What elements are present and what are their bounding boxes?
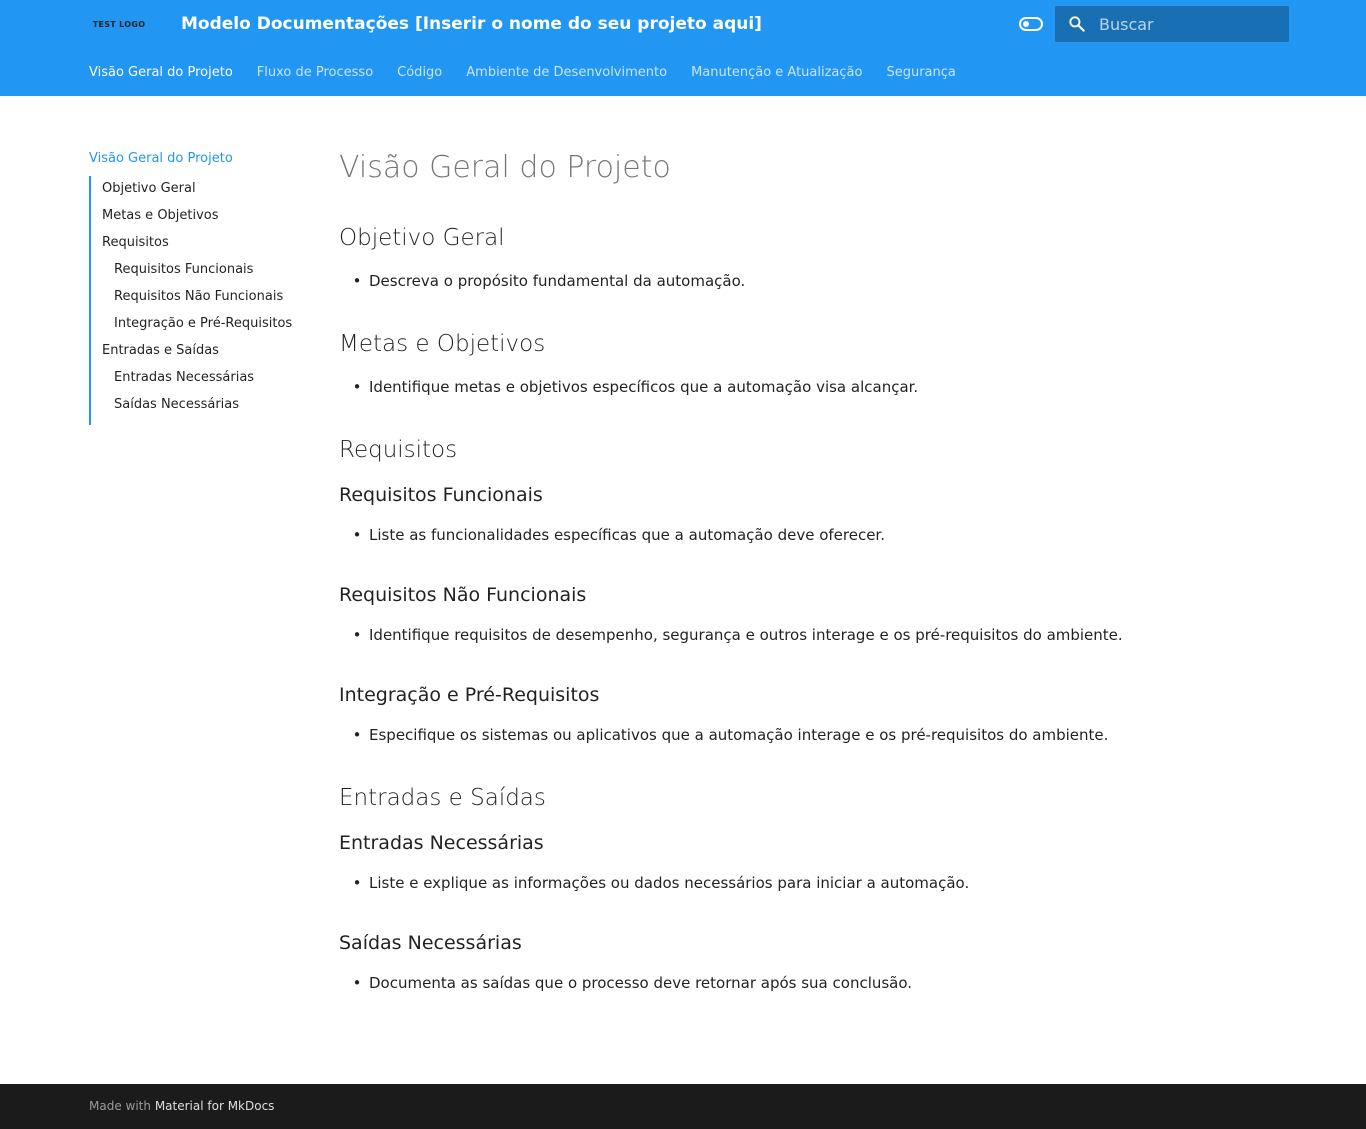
heading-requisitos: Requisitos — [339, 437, 458, 463]
bullet-icon: • — [352, 874, 362, 892]
bullet-icon: • — [352, 526, 362, 544]
site-title: Modelo Documentações [Inserir o nome do … — [181, 14, 762, 34]
list-item-text: Liste as funcionalidades específicas que… — [369, 526, 885, 544]
toc-item-integracao[interactable]: Integração e Pré-Requisitos — [102, 311, 309, 338]
main-content: Visão Geral do Projeto Objetivo Geral • … — [339, 148, 1189, 1030]
nav-tabs: Visão Geral do Projeto Fluxo de Processo… — [89, 62, 980, 84]
tab-fluxo-processo[interactable]: Fluxo de Processo — [257, 62, 373, 84]
list-item: • Identifique metas e objetivos específi… — [339, 376, 1189, 398]
bullet-icon: • — [352, 726, 362, 744]
list-item: • Identifique requisitos de desempenho, … — [339, 624, 1189, 646]
bullet-icon: • — [352, 974, 362, 992]
tab-ambiente[interactable]: Ambiente de Desenvolvimento — [466, 62, 667, 84]
search-box[interactable] — [1055, 6, 1289, 42]
bullet-icon: • — [352, 626, 362, 644]
toc-item-metas[interactable]: Metas e Objetivos — [102, 203, 309, 230]
heading-metas: Metas e Objetivos — [339, 331, 546, 357]
toc-item-objetivo-geral[interactable]: Objetivo Geral — [102, 176, 309, 203]
heading-req-funcionais: Requisitos Funcionais — [339, 484, 543, 506]
tab-codigo[interactable]: Código — [397, 62, 442, 84]
list-item: • Descreva o propósito fundamental da au… — [339, 270, 1189, 292]
search-input[interactable] — [1099, 6, 1285, 42]
tab-manutencao[interactable]: Manutenção e Atualização — [691, 62, 862, 84]
list-item: • Documenta as saídas que o processo dev… — [339, 972, 1189, 994]
bullet-icon: • — [352, 272, 362, 290]
list-item: • Liste e explique as informações ou dad… — [339, 872, 1189, 894]
list-item-text: Descreva o propósito fundamental da auto… — [369, 272, 746, 290]
page-title: Visão Geral do Projeto — [339, 150, 671, 185]
heading-req-nao-funcionais: Requisitos Não Funcionais — [339, 584, 587, 606]
bullet-icon: • — [352, 378, 362, 396]
heading-entradas-saidas: Entradas e Saídas — [339, 785, 546, 811]
toc-item-req-funcionais[interactable]: Requisitos Funcionais — [102, 257, 309, 284]
search-icon — [1069, 16, 1085, 32]
toc-item-req-nao-funcionais[interactable]: Requisitos Não Funcionais — [102, 284, 309, 311]
list-item-text: Especifique os sistemas ou aplicativos q… — [369, 726, 1109, 744]
heading-entradas: Entradas Necessárias — [339, 832, 544, 854]
list-item-text: Identifique metas e objetivos específico… — [369, 378, 919, 396]
list-item: • Liste as funcionalidades específicas q… — [339, 524, 1189, 546]
site-footer: Made with Material for MkDocs — [0, 1084, 1366, 1129]
logo[interactable]: TEST LOGO — [89, 13, 149, 35]
heading-objetivo-geral: Objetivo Geral — [339, 225, 505, 251]
list-item: • Especifique os sistemas ou aplicativos… — [339, 724, 1189, 746]
toc-title[interactable]: Visão Geral do Projeto — [89, 148, 309, 170]
heading-integracao: Integração e Pré-Requisitos — [339, 684, 600, 706]
toc-list: Objetivo Geral Metas e Objetivos Requisi… — [89, 176, 309, 425]
tab-visao-geral[interactable]: Visão Geral do Projeto — [89, 62, 233, 84]
heading-saidas: Saídas Necessárias — [339, 932, 522, 954]
toggle-icon[interactable] — [1019, 17, 1043, 31]
toc-item-entradas[interactable]: Entradas Necessárias — [102, 365, 309, 392]
footer-material-link[interactable]: Material for MkDocs — [155, 1099, 275, 1113]
toggle-knob — [1023, 21, 1029, 27]
footer-credit: Made with Material for MkDocs — [89, 1098, 274, 1114]
footer-made-with: Made with — [89, 1099, 151, 1113]
list-item-text: Liste e explique as informações ou dados… — [369, 874, 970, 892]
toc-item-saidas[interactable]: Saídas Necessárias — [102, 392, 309, 419]
toc-sidebar: Visão Geral do Projeto Objetivo Geral Me… — [89, 148, 309, 425]
list-item-text: Documenta as saídas que o processo deve … — [369, 974, 913, 992]
site-header: TEST LOGO Modelo Documentações [Inserir … — [0, 0, 1366, 96]
list-item-text: Identifique requisitos de desempenho, se… — [369, 626, 1123, 644]
toc-item-entradas-saidas[interactable]: Entradas e Saídas — [102, 338, 309, 365]
toc-item-requisitos[interactable]: Requisitos — [102, 230, 309, 257]
tab-seguranca[interactable]: Segurança — [886, 62, 955, 84]
